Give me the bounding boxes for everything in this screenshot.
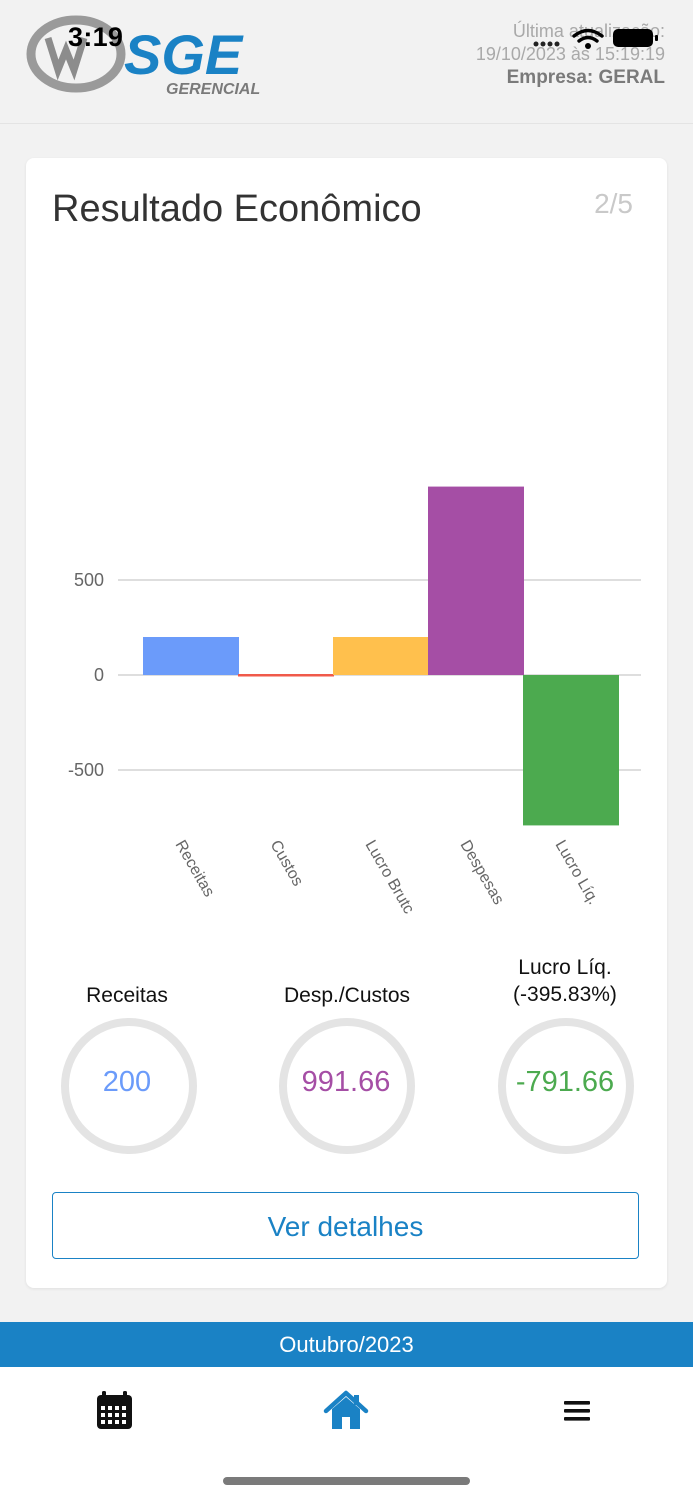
expenses-costs-metric-label: Desp./Custos xyxy=(283,984,411,1007)
logo-brand-text: SGE xyxy=(124,23,244,86)
x-category-label: Custos xyxy=(267,838,307,890)
bar-lucro-l-q-[interactable] xyxy=(523,675,619,826)
revenue-metric-label: Receitas xyxy=(86,984,168,1007)
bar-despesas[interactable] xyxy=(428,486,524,675)
expenses-costs-value: 991.66 xyxy=(301,1066,391,1098)
status-bar-time: 3:19 xyxy=(68,22,124,52)
company-label: Empresa: GERAL xyxy=(506,67,665,88)
calendar-icon xyxy=(97,1391,132,1429)
y-tick-label: -500 xyxy=(68,760,104,780)
logo-subtitle-text: GERENCIAL xyxy=(166,81,260,98)
x-category-label: Receitas xyxy=(172,838,218,900)
period-bar[interactable]: Outubro/2023 xyxy=(0,1322,693,1367)
x-category-label: Lucro Líq. xyxy=(552,838,602,908)
status-bar-icons xyxy=(533,28,658,49)
economic-result-card: Resultado Econômico 2/5 500 0 -500 Receita… xyxy=(26,158,667,1288)
x-category-label: Lucro Brutc xyxy=(362,838,418,917)
y-tick-label: 0 xyxy=(94,665,104,685)
wifi-icon xyxy=(572,28,604,43)
economic-result-chart: 500 0 -500 Receitas Custos Lucro Brutc Despes… xyxy=(68,486,641,917)
tab-menu[interactable] xyxy=(547,1389,607,1433)
chart-bars xyxy=(143,486,619,826)
home-indicator xyxy=(223,1477,470,1485)
bar-custos[interactable] xyxy=(238,674,334,677)
tab-calendar[interactable] xyxy=(85,1389,145,1433)
app-header: SGE GERENCIAL 3:19 Última atualização: 1… xyxy=(0,0,693,124)
revenue-value: 200 xyxy=(102,1066,152,1098)
net-profit-percent: (-395.83%) xyxy=(513,983,617,1006)
view-details-button[interactable]: Ver detalhes xyxy=(52,1192,639,1259)
net-profit-metric-label: Lucro Líq. (-395.83%) xyxy=(464,954,666,1008)
sge-logo: SGE GERENCIAL xyxy=(26,15,260,98)
home-icon xyxy=(323,1390,369,1429)
signal-icon xyxy=(533,41,560,47)
net-profit-value: -791.66 xyxy=(515,1066,615,1098)
x-category-label: Despesas xyxy=(457,838,507,908)
net-profit-label: Lucro Líq. xyxy=(518,956,612,979)
bar-receitas[interactable] xyxy=(143,637,239,675)
y-tick-label: 500 xyxy=(74,570,104,590)
battery-icon xyxy=(613,29,658,47)
chart-y-ticks: 500 0 -500 xyxy=(68,570,104,780)
chart-x-labels: Receitas Custos Lucro Brutc Despesas Lucro L… xyxy=(172,838,602,917)
tab-home[interactable] xyxy=(316,1389,376,1433)
bar-lucro-brutc[interactable] xyxy=(333,637,429,675)
menu-icon xyxy=(564,1401,590,1421)
